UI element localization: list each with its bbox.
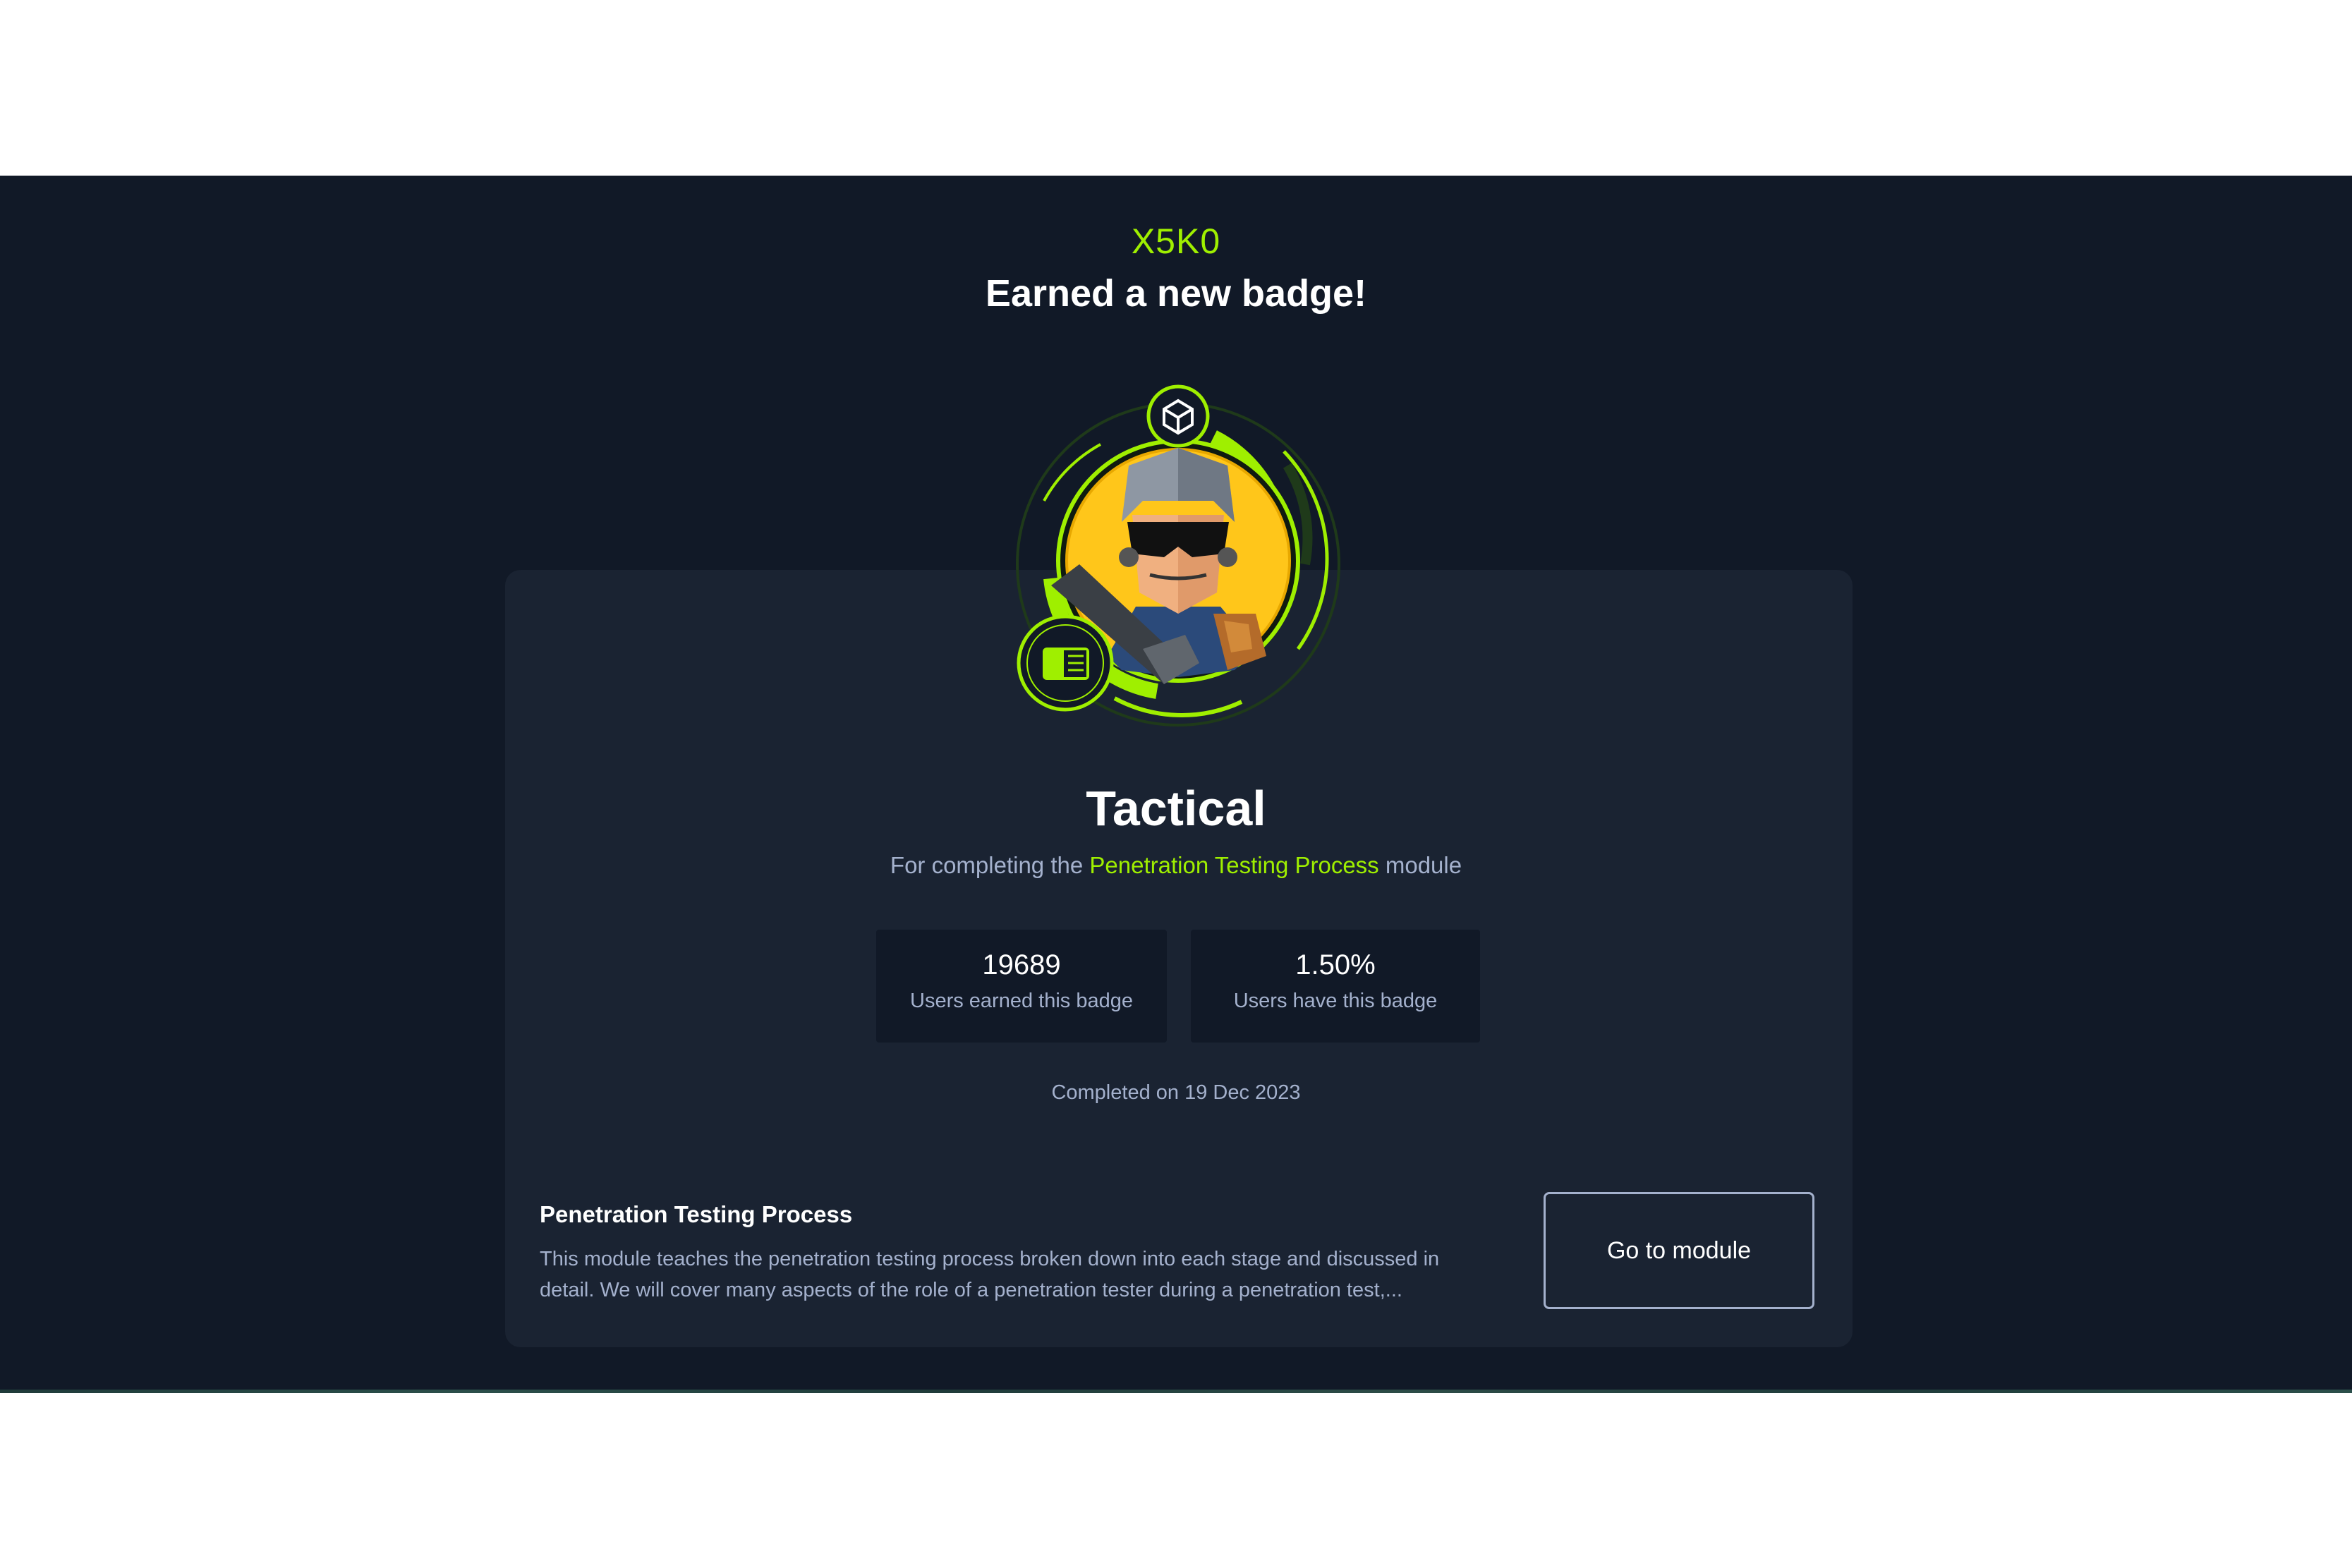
description-prefix: For completing the [890, 852, 1084, 878]
go-to-module-button[interactable]: Go to module [1544, 1192, 1814, 1309]
username: X5K0 [1131, 221, 1221, 261]
stat-label: Users have this badge [1233, 990, 1438, 1012]
module-link[interactable]: Penetration Testing Process [1089, 852, 1378, 878]
headline: Earned a new badge! [985, 272, 1367, 315]
stat-value: 1.50% [1295, 949, 1376, 980]
stat-users-have: 1.50% Users have this badge [1191, 930, 1480, 1043]
tactical-badge-icon [1002, 381, 1354, 734]
stat-value: 19689 [982, 949, 1061, 980]
stat-users-earned: 19689 Users earned this badge [876, 930, 1167, 1043]
stat-label: Users earned this badge [910, 990, 1133, 1012]
badge-name: Tactical [1086, 781, 1266, 836]
completion-date: Completed on 19 Dec 2023 [1051, 1081, 1301, 1104]
bottom-divider [0, 1390, 2352, 1393]
module-description: This module teaches the penetration test… [540, 1248, 1440, 1301]
badge-description: For completing the Penetration Testing P… [0, 852, 2352, 879]
description-suffix: module [1385, 852, 1462, 878]
module-title: Penetration Testing Process [540, 1201, 853, 1227]
